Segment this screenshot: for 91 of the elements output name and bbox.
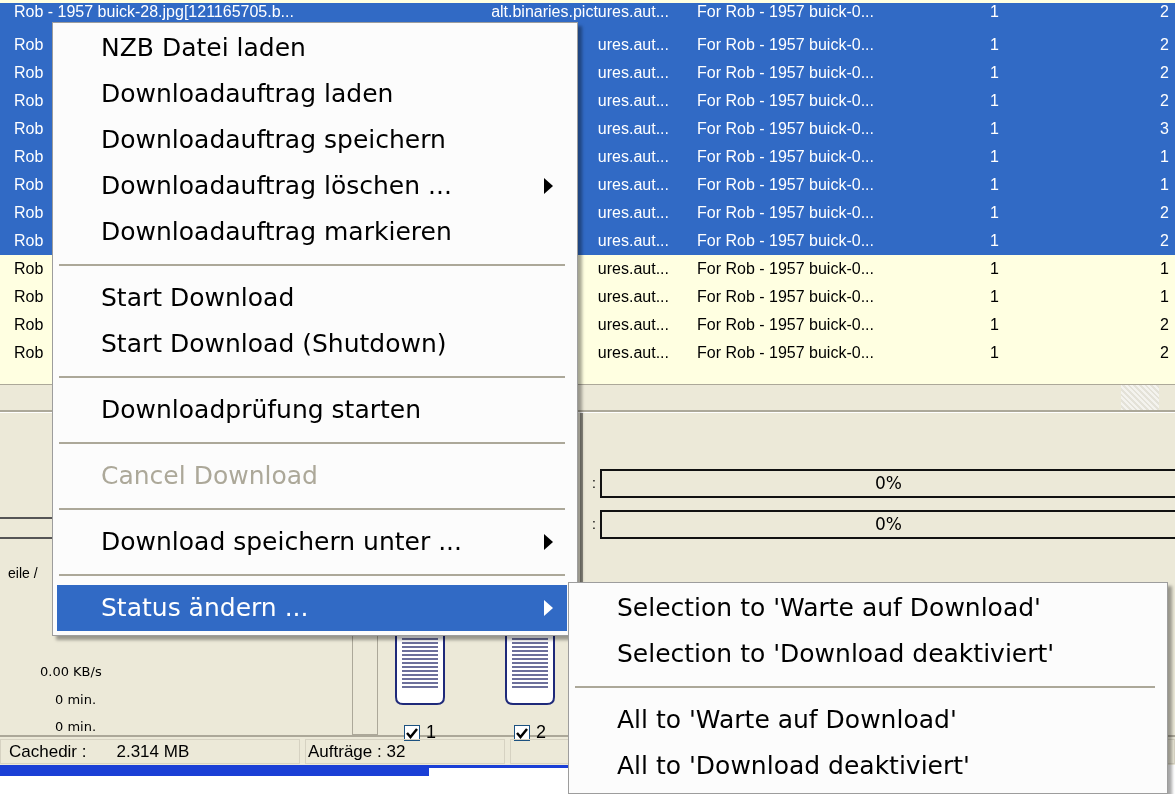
table-cell: 1 xyxy=(1160,260,1169,278)
table-cell: For Rob - 1957 buick-0... xyxy=(697,176,874,194)
field-label: : xyxy=(591,515,597,534)
table-cell: For Rob - 1957 buick-0... xyxy=(697,148,874,166)
checkbox[interactable] xyxy=(404,724,420,741)
menu-item[interactable]: All to 'Warte auf Download' xyxy=(573,697,1157,743)
table-cell: Rob xyxy=(14,260,44,278)
table-cell: ures.aut... xyxy=(597,288,669,306)
field-label: : xyxy=(591,474,597,493)
table-cell: 2 xyxy=(1160,92,1169,110)
table-cell: 2 xyxy=(1160,204,1169,222)
table-cell: alt.binaries.pictures.aut... xyxy=(491,3,669,21)
table-cell: 3 xyxy=(1160,120,1169,138)
table-cell: 2 xyxy=(1160,64,1169,82)
table-cell: 2 xyxy=(1160,3,1169,21)
table-cell: 1 xyxy=(990,176,999,194)
table-cell: 2 xyxy=(1160,344,1169,362)
table-cell: 1 xyxy=(1160,288,1169,306)
progress-text: 0% xyxy=(875,512,902,536)
table-cell: 1 xyxy=(990,316,999,334)
stat-text: 0 min. xyxy=(55,718,97,736)
table-cell: Rob xyxy=(14,36,44,54)
table-cell: For Rob - 1957 buick-0... xyxy=(697,232,874,250)
submenu-arrow-icon xyxy=(544,178,553,194)
table-cell: 1 xyxy=(990,148,999,166)
table-cell: ures.aut... xyxy=(597,64,669,82)
status-text: Aufträge : 32 xyxy=(308,740,406,763)
table-cell: 2 xyxy=(1160,36,1169,54)
table-cell: 2 xyxy=(1160,316,1169,334)
table-cell: 1 xyxy=(990,344,999,362)
table-cell: For Rob - 1957 buick-0... xyxy=(697,120,874,138)
checkbox-label: 1 xyxy=(426,721,436,744)
scrollbar-corner xyxy=(1121,385,1159,410)
table-cell: Rob xyxy=(14,92,44,110)
table-cell: ures.aut... xyxy=(597,120,669,138)
menu-item[interactable]: All to 'Download deaktiviert' xyxy=(573,743,1157,789)
progress-text: 0% xyxy=(875,471,902,495)
table-cell: For Rob - 1957 buick-0... xyxy=(697,316,874,334)
table-cell: ures.aut... xyxy=(597,148,669,166)
checkbox[interactable] xyxy=(514,724,530,741)
table-cell: For Rob - 1957 buick-0... xyxy=(697,204,874,222)
table-cell: For Rob - 1957 buick-0... xyxy=(697,36,874,54)
table-cell: ures.aut... xyxy=(597,260,669,278)
panel-label: eile / xyxy=(7,564,38,583)
table-cell: Rob xyxy=(14,120,44,138)
table-cell: ures.aut... xyxy=(597,232,669,250)
table-cell: Rob xyxy=(14,316,44,334)
table-cell: ures.aut... xyxy=(597,316,669,334)
table-cell: 1 xyxy=(1160,176,1169,194)
table-cell: For Rob - 1957 buick-0... xyxy=(697,288,874,306)
table-cell: For Rob - 1957 buick-0... xyxy=(697,344,874,362)
table-cell: 1 xyxy=(990,204,999,222)
submenu-arrow-icon xyxy=(544,600,553,616)
table-cell: 2 xyxy=(1160,232,1169,250)
status-text: 2.314 MB xyxy=(116,740,190,763)
table-cell: Rob xyxy=(14,344,44,362)
table-cell: For Rob - 1957 buick-0... xyxy=(697,92,874,110)
table-cell: For Rob - 1957 buick-0... xyxy=(697,260,874,278)
table-cell: ures.aut... xyxy=(597,92,669,110)
table-cell: Rob xyxy=(14,64,44,82)
table-cell: For Rob - 1957 buick-0... xyxy=(697,3,874,21)
table-cell: Rob xyxy=(14,204,44,222)
menu-item[interactable]: Download speichern unter ... xyxy=(57,519,567,565)
table-cell: 1 xyxy=(990,36,999,54)
menu-item[interactable]: Status ändern ... xyxy=(57,585,567,631)
table-cell: Rob xyxy=(14,288,44,306)
table-cell: Rob xyxy=(14,148,44,166)
table-cell: 1 xyxy=(990,120,999,138)
table-cell: 1 xyxy=(990,288,999,306)
checkbox-label: 2 xyxy=(536,721,546,744)
table-cell: 1 xyxy=(990,260,999,278)
table-cell: Rob xyxy=(14,176,44,194)
menu-item[interactable]: Downloadprüfung starten xyxy=(57,387,567,433)
table-cell: 1 xyxy=(990,92,999,110)
table-cell: For Rob - 1957 buick-0... xyxy=(697,64,874,82)
stat-text: 0.00 KB/s xyxy=(40,663,102,681)
table-cell: ures.aut... xyxy=(597,36,669,54)
status-text: Cachedir : xyxy=(9,740,87,763)
table-cell: 1 xyxy=(990,64,999,82)
table-cell: ures.aut... xyxy=(597,344,669,362)
table-cell: Rob - 1957 buick-28.jpg[121165705.b... xyxy=(14,3,294,21)
table-cell: Rob xyxy=(14,232,44,250)
menu-item[interactable]: Selection to 'Warte auf Download' xyxy=(573,585,1157,631)
table-cell: 1 xyxy=(1160,148,1169,166)
stat-text: 0 min. xyxy=(55,690,97,709)
table-cell: 1 xyxy=(990,3,999,21)
table-cell: 1 xyxy=(990,232,999,250)
table-cell: ures.aut... xyxy=(597,204,669,222)
menu-item[interactable]: Selection to 'Download deaktiviert' xyxy=(573,631,1157,677)
table-cell: ures.aut... xyxy=(597,176,669,194)
submenu-arrow-icon xyxy=(544,534,553,550)
